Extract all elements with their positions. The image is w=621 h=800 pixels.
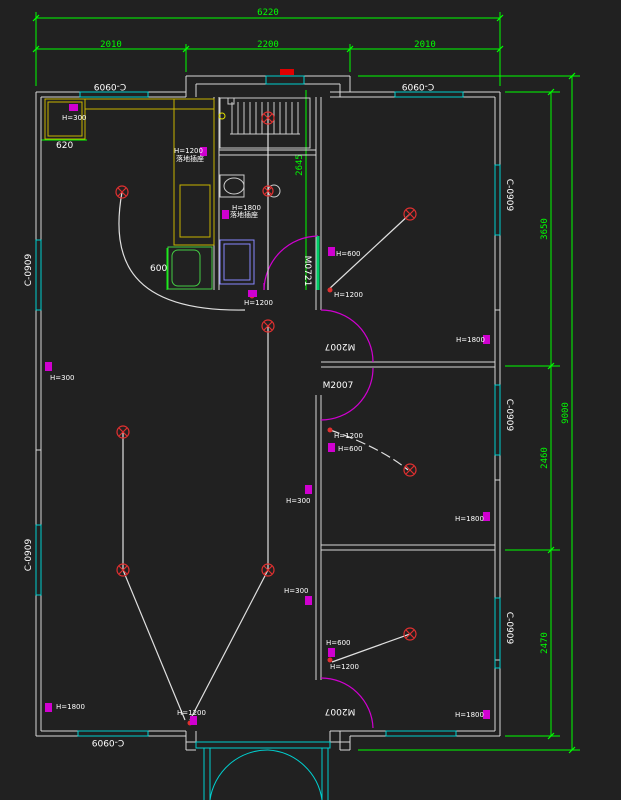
dim-depth-c: 2470 [540,632,550,654]
door-label-bed3: M2007 [325,706,356,716]
height-label: H=1800 [56,703,85,711]
door-label-bed1: M2007 [325,341,356,351]
window-label-bottom-left: C-0909 [92,737,125,747]
height-label: H=600 [326,639,351,647]
socket-icon [328,247,335,256]
dim-overall-width: 6220 [257,8,279,18]
height-label: H=1800 [455,515,484,523]
note-appliance-a: 落地插座 [176,154,204,163]
dim-left-bay: 2010 [100,40,122,50]
socket-icon [69,104,78,111]
dim-sink-width: 620 [56,141,73,151]
socket-icon [190,716,197,725]
dim-counter-depth: 600 [150,264,167,274]
window-label-right-upper: C-0909 [504,179,514,212]
socket-icon [222,210,229,219]
wiring [118,118,411,721]
dim-bath-depth: 2645 [295,154,305,176]
height-label: H=1200 [334,432,363,440]
height-label: H=1200 [174,147,203,155]
dim-depth-b: 2460 [540,447,550,469]
height-label: H=300 [284,587,309,595]
height-label: H=1200 [177,709,206,717]
dim-depth-a: 3650 [540,218,550,240]
ceiling-light-icon [403,207,417,221]
ceiling-light-icon [403,463,417,477]
window-label-right-mid: C-0909 [504,399,514,432]
door-swings [263,235,374,729]
height-label: H=600 [338,445,363,453]
ceiling-light-icon [403,627,417,641]
light-fixtures [115,111,417,641]
height-label: H=300 [50,374,75,382]
ceiling-light-icon [115,185,129,199]
door-label-bed2: M2007 [323,381,354,391]
socket-icon [248,290,257,297]
socket-icon [305,596,312,605]
switch-points [187,287,333,726]
window-label-top-left: C-0909 [94,81,127,91]
height-label: H=1200 [244,299,273,307]
height-label: H=1800 [456,336,485,344]
height-label: H=600 [336,250,361,258]
socket-icon [483,710,490,719]
dimension-ticks [32,14,576,754]
height-label: H=1800 [455,711,484,719]
window-label-left-upper: C-0909 [24,254,34,287]
dim-mid-bay: 2200 [257,40,279,50]
dim-overall-depth: 9000 [561,402,571,424]
dimension-lines [35,12,580,751]
floor-plan: 6220 2010 2200 2010 9000 3650 2460 2470 … [24,8,580,800]
exhaust-fan-icon [280,69,294,75]
dim-right-bay: 2010 [414,40,436,50]
socket-icon [45,703,52,712]
height-label: H=300 [286,497,311,505]
height-label: H=1200 [330,663,359,671]
height-label: H=1200 [334,291,363,299]
socket-icon [483,512,490,521]
height-label: H=300 [62,114,87,122]
socket-icon [45,362,52,371]
window-label-top-right: C-0909 [402,81,435,91]
socket-icon [328,443,335,452]
window-label-left-lower: C-0909 [24,539,34,572]
note-appliance-b: 落地插座 [230,210,258,219]
window-label-right-lower: C-0909 [504,612,514,645]
socket-icon [328,648,335,657]
door-label-bath: M0721 [302,256,312,287]
socket-icon [305,485,312,494]
